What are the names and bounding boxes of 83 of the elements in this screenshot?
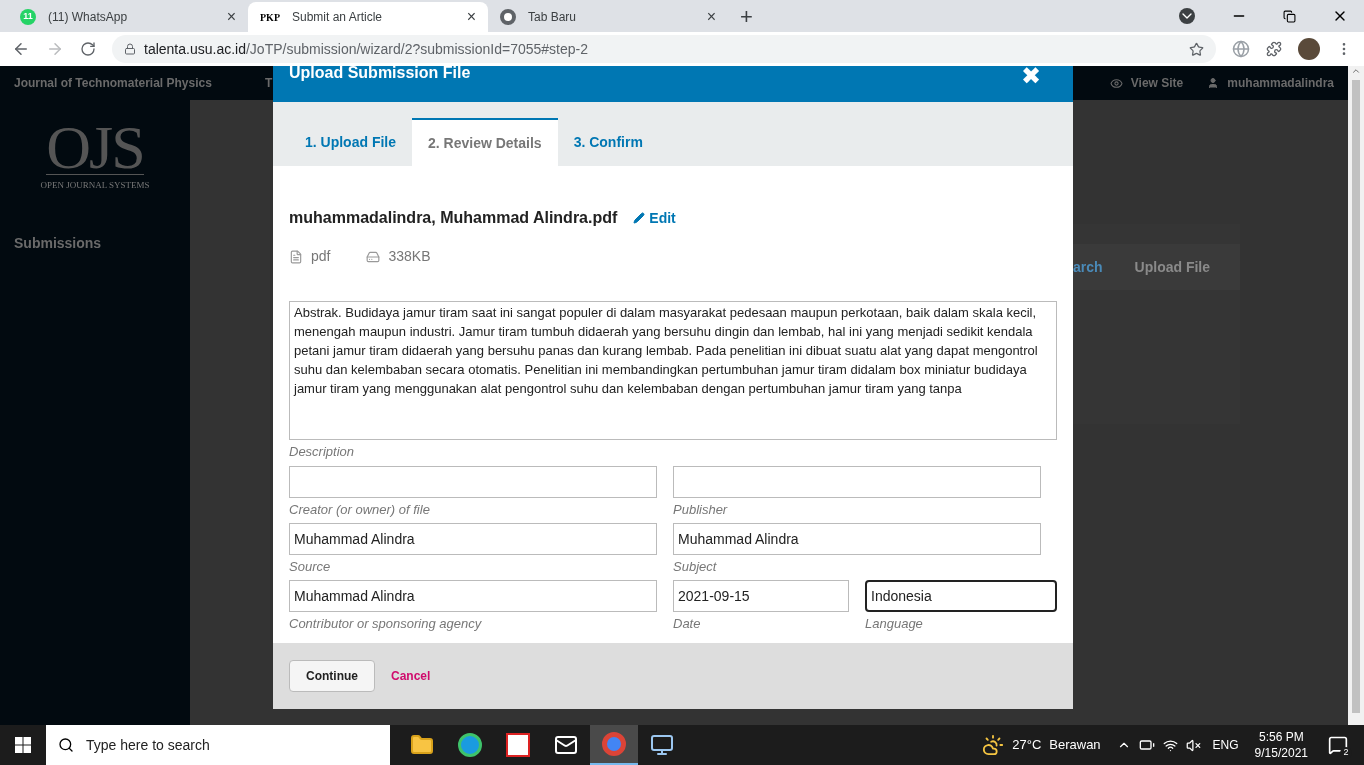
clock-date[interactable]: 9/15/2021 [1254,745,1308,761]
ojs-logo: OJS [46,120,144,175]
text-field[interactable]: Indonesia [865,579,1057,612]
battery-icon[interactable] [1138,737,1155,753]
close-icon[interactable]: × [466,9,476,25]
file-type: pdf [311,247,331,266]
field-label: Publisher [673,500,729,519]
cancel-link[interactable]: Cancel [391,667,431,685]
monitor-icon[interactable] [650,733,674,757]
tab-title: Tab Baru [528,9,578,26]
wifi-icon[interactable] [1162,737,1178,753]
lock-icon [124,43,136,55]
search-icon [58,737,74,753]
text-field[interactable]: Muhammad Alindra [673,522,1041,555]
browser-tab[interactable]: Tab Baru × [488,2,728,32]
new-tab-button[interactable]: + [740,6,753,28]
field-label: Language [865,614,924,633]
close-button[interactable]: ✖ [1021,66,1041,86]
back-icon[interactable] [12,40,30,58]
pdf-file-icon [289,249,303,264]
view-site-link[interactable]: View Site [1130,74,1184,92]
dialog-title: Upload Submission File [289,66,471,80]
restore-icon[interactable] [1283,9,1296,23]
description-field[interactable]: Abstrak. Budidaya jamur tiram saat ini sangat populer di dalam masyarakat pedesaan maupun perkotaan, baik dalam skala kecil, menengah maupun industri. Jamur tiram tumbuh didaerah yang bersuhu dingin dan lembab, hal ini yang menjadi sedikit kendala petani jamur tiram didaerah yang bersuhu panas dan kurang lembab. Pada penelitian ini dibuat suatu alat yang dapat mengontrol suhu dan kelembaban secara otomatis. Penelitian ini membandingkan pertumbuhan jamur tiram didalam box miniatur budidaya jamur tiram yang menggunakan alat pengontrol suhu dan kelembaban dengan pertumbuhan jamur tiram yang tanpa [289,301,1057,440]
field-label: Date [673,614,702,633]
journal-title[interactable]: Journal of Technomaterial Physics [14,74,265,92]
close-icon[interactable]: × [226,9,236,25]
tab-search-icon[interactable] [1179,8,1195,24]
browser-tab[interactable]: 11 (11) WhatsApp × [8,2,248,32]
weather-text[interactable]: Berawan [1049,735,1101,755]
weather-icon[interactable] [982,734,1005,756]
windows-logo-icon[interactable] [15,737,31,753]
temperature[interactable]: 27°C [1012,735,1042,755]
clock-time[interactable]: 5:56 PM [1258,729,1304,745]
text-field[interactable] [289,465,657,498]
scroll-up-icon[interactable] [1351,66,1361,76]
url-text: talenta.usu.ac.id/JoTP/submission/wizard/2?submissionId=7055#step-2 [144,39,589,59]
user-icon [1207,77,1220,89]
field-label: Creator (or owner) of file [289,500,431,519]
text-field[interactable] [673,465,1041,498]
step-tab[interactable]: 3. Confirm [557,118,659,166]
tab-title: (11) WhatsApp [48,9,129,26]
logo-caption: OPEN JOURNAL SYSTEMS [40,179,150,192]
text-field[interactable]: Muhammad Alindra [289,579,657,612]
app-icon[interactable] [506,733,530,757]
language-indicator[interactable]: ENG [1212,736,1239,754]
continue-button[interactable]: Continue [289,660,375,692]
step-tab[interactable]: 1. Upload File [289,118,412,166]
step-tab[interactable]: 2. Review Details [412,118,558,166]
site-logo: PKP [260,10,280,25]
text-field[interactable]: 2021-09-15 [673,579,849,612]
browser-tab[interactable]: PKP Submit an Article × [248,2,488,32]
search-placeholder: Type here to search [86,735,210,755]
scrollbar[interactable] [1348,66,1364,725]
browser-icon[interactable] [458,733,482,757]
reload-icon[interactable] [80,41,96,57]
close-icon[interactable]: × [706,9,716,25]
edit-link[interactable]: Edit [633,207,676,229]
pencil-icon [633,212,646,224]
avatar[interactable] [1298,38,1320,60]
user-name[interactable]: muhammadalindra [1227,74,1334,92]
notification-badge: 11 [20,9,36,25]
field-label: Subject [673,557,718,576]
address-field[interactable]: talenta.usu.ac.id/JoTP/submission/wizard/2?submissionId=7055#step-2 [112,35,1216,63]
taskbar-search-field[interactable]: Type here to search [46,725,390,765]
eye-icon [1109,76,1123,90]
field-label: Contributor or sponsoring agency [289,614,483,633]
browser-logo-icon [500,9,516,25]
field-label: Source [289,557,332,576]
drive-icon [366,249,381,264]
mail-icon[interactable] [554,733,578,757]
folder-icon[interactable] [410,733,434,757]
globe-icon[interactable] [1232,40,1250,58]
tab-title: Submit an Article [292,9,384,26]
extensions-icon[interactable] [1266,41,1282,57]
muted-speaker-icon[interactable] [1185,737,1201,753]
nav-link[interactable]: T [265,74,273,92]
field-label: Description [289,443,356,461]
bookmark-star-icon[interactable] [1189,41,1204,57]
text-field[interactable]: Muhammad Alindra [289,522,657,555]
file-size: 338KB [388,247,431,266]
sidebar-item[interactable]: Submissions [14,232,190,254]
file-name: muhammadalindra, Muhammad Alindra.pdf [289,208,618,228]
